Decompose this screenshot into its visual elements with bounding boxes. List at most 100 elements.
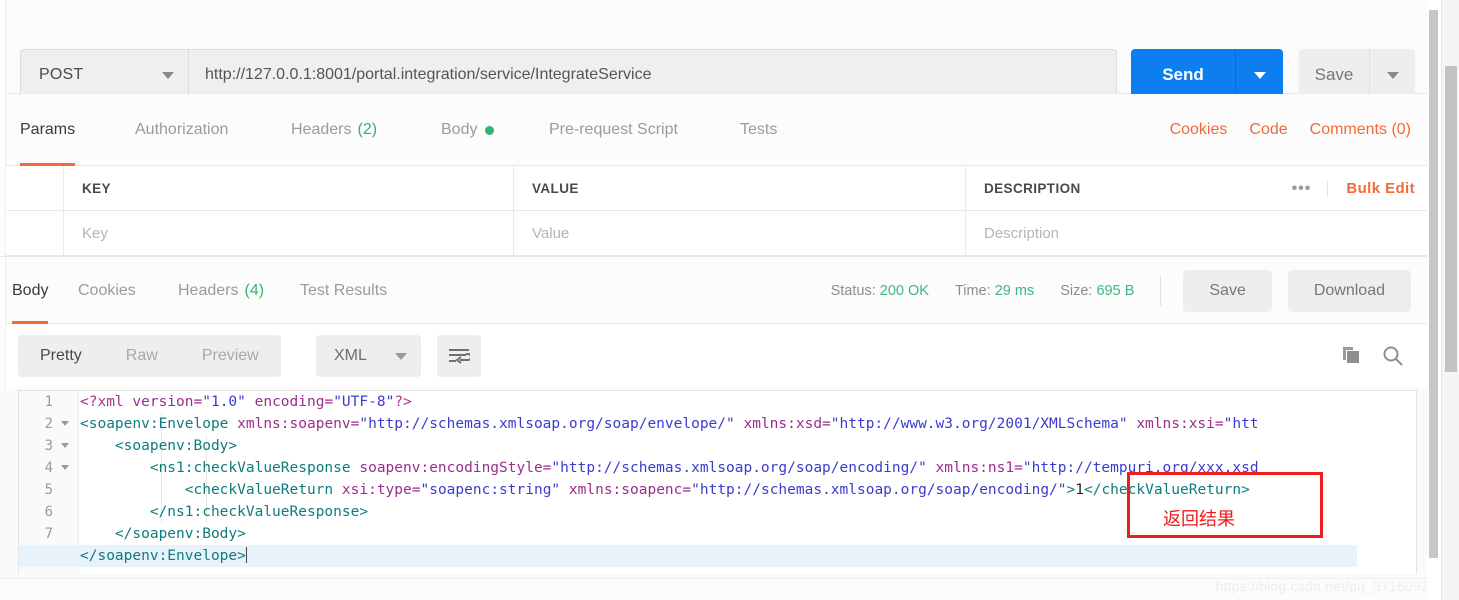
fold-toggle-icon[interactable]	[61, 443, 69, 448]
chevron-down-icon	[1254, 72, 1266, 79]
tab-headers[interactable]: Headers (2)	[291, 94, 377, 166]
top-strip	[0, 0, 1427, 20]
tab-label: Body	[12, 282, 48, 300]
tab-label: Tests	[740, 121, 777, 139]
header-value: VALUE	[514, 166, 966, 211]
left-rail	[0, 0, 6, 20]
tab-label: Headers	[178, 282, 238, 300]
view-mode-preview[interactable]: Preview	[180, 335, 281, 377]
left-rail	[0, 94, 6, 166]
fold-toggle-icon[interactable]	[61, 465, 69, 470]
tab-label: Pre-request Script	[549, 121, 678, 139]
code-line: </soapenv:Body>	[80, 523, 246, 545]
view-mode-pretty[interactable]: Pretty	[18, 335, 104, 377]
watermark: https://blog.csdn.net/qq_37160920	[1216, 578, 1437, 594]
tab-tests[interactable]: Tests	[740, 94, 777, 166]
response-headers-count: (4)	[244, 282, 264, 300]
response-tabs: Body Cookies Headers (4) Test Results St…	[0, 256, 1427, 324]
tab-label: Authorization	[135, 121, 228, 139]
code-line: </ns1:checkValueResponse>	[80, 501, 368, 523]
copy-button[interactable]	[1333, 335, 1369, 377]
line-number: 3	[19, 435, 79, 457]
table-header-row: KEY VALUE DESCRIPTION ••• Bulk Edit	[6, 166, 1427, 211]
size-meta: Size: 695 B	[1060, 283, 1134, 299]
fold-toggle-icon[interactable]	[61, 421, 69, 426]
inner-scrollbar[interactable]	[1427, 0, 1441, 600]
postman-window: POST http://127.0.0.1:8001/portal.integr…	[0, 0, 1459, 600]
status-value: 200 OK	[880, 283, 929, 299]
left-rail	[0, 324, 6, 388]
row-checkbox-cell[interactable]	[6, 211, 64, 256]
bulk-edit-button[interactable]: Bulk Edit	[1328, 180, 1415, 197]
time-value: 29 ms	[995, 283, 1035, 299]
params-table: KEY VALUE DESCRIPTION ••• Bulk Edit Key …	[0, 166, 1427, 256]
line-number: 2	[19, 413, 79, 435]
chevron-down-icon	[1387, 72, 1399, 79]
time-label: Time:	[955, 283, 991, 299]
code-line: </soapenv:Envelope>	[19, 545, 1357, 567]
code-line: <soapenv:Envelope xmlns:soapenv="http://…	[80, 413, 1259, 435]
header-key: KEY	[64, 166, 514, 211]
more-options-icon[interactable]: •••	[1276, 181, 1329, 197]
status-meta: Status: 200 OK	[831, 283, 929, 299]
tab-label: Params	[20, 121, 75, 139]
page-scrollbar-thumb[interactable]	[1445, 66, 1457, 372]
code-link[interactable]: Code	[1249, 121, 1287, 139]
word-wrap-icon	[448, 347, 470, 365]
page-scrollbar[interactable]	[1441, 0, 1459, 600]
code-line: <?xml version="1.0" encoding="UTF-8"?>	[80, 391, 412, 413]
chevron-down-icon	[162, 72, 174, 79]
line-number: 4	[19, 457, 79, 479]
view-mode-group: Pretty Raw Preview	[18, 335, 281, 377]
header-description: DESCRIPTION	[984, 181, 1081, 196]
tab-params[interactable]: Params	[20, 94, 75, 166]
response-tab-test-results[interactable]: Test Results	[300, 257, 387, 324]
comments-link[interactable]: Comments (0)	[1310, 121, 1411, 139]
description-input[interactable]: Description	[966, 211, 1427, 256]
format-label: XML	[334, 347, 395, 365]
copy-icon	[1339, 344, 1363, 368]
request-tabs: Params Authorization Headers (2) Body Pr…	[0, 94, 1427, 166]
divider	[1160, 276, 1161, 306]
tab-headers-count: (2)	[357, 121, 377, 139]
tab-pre-request-script[interactable]: Pre-request Script	[549, 94, 678, 166]
table-row: Key Value Description	[6, 211, 1427, 256]
annotation-label: 返回结果	[1163, 505, 1235, 531]
code-line: <ns1:checkValueResponse soapenv:encoding…	[80, 457, 1259, 479]
format-selector[interactable]: XML	[316, 335, 421, 377]
header-checkbox-cell	[6, 166, 64, 211]
table-tools: ••• Bulk Edit	[1276, 166, 1415, 211]
tab-label: Body	[441, 121, 477, 139]
response-body-toolbar: Pretty Raw Preview XML	[0, 324, 1427, 388]
search-icon	[1381, 344, 1405, 368]
key-input[interactable]: Key	[64, 211, 514, 256]
line-number: 5	[19, 479, 79, 501]
response-tab-headers[interactable]: Headers (4)	[178, 257, 264, 324]
search-button[interactable]	[1375, 335, 1411, 377]
save-response-button[interactable]: Save	[1183, 270, 1271, 312]
response-meta: Status: 200 OK Time: 29 ms Size: 695 B S…	[831, 257, 1427, 324]
size-value: 695 B	[1096, 283, 1134, 299]
response-tab-body[interactable]: Body	[12, 257, 48, 324]
request-url-bar: POST http://127.0.0.1:8001/portal.integr…	[0, 20, 1427, 94]
text-cursor	[246, 547, 247, 563]
view-mode-raw[interactable]: Raw	[104, 335, 180, 377]
request-utility-links: Cookies Code Comments (0)	[1170, 94, 1411, 166]
tab-body[interactable]: Body	[441, 94, 494, 166]
tab-label: Headers	[291, 121, 351, 139]
inner-scrollbar-thumb[interactable]	[1429, 10, 1438, 558]
code-line: <checkValueReturn xsi:type="soapenc:stri…	[80, 479, 1250, 501]
size-label: Size:	[1060, 283, 1092, 299]
left-rail	[0, 257, 6, 325]
value-input[interactable]: Value	[514, 211, 966, 256]
response-body-code[interactable]: 1 2 3 4 5 6 7 8 <?xml version="1.0" enco…	[18, 390, 1417, 574]
download-response-button[interactable]: Download	[1288, 270, 1411, 312]
status-label: Status:	[831, 283, 876, 299]
cookies-link[interactable]: Cookies	[1170, 121, 1228, 139]
code-line: <soapenv:Body>	[80, 435, 237, 457]
response-tab-cookies[interactable]: Cookies	[78, 257, 136, 324]
word-wrap-button[interactable]	[437, 335, 481, 377]
tab-authorization[interactable]: Authorization	[135, 94, 228, 166]
line-number: 7	[19, 523, 79, 545]
line-number: 6	[19, 501, 79, 523]
